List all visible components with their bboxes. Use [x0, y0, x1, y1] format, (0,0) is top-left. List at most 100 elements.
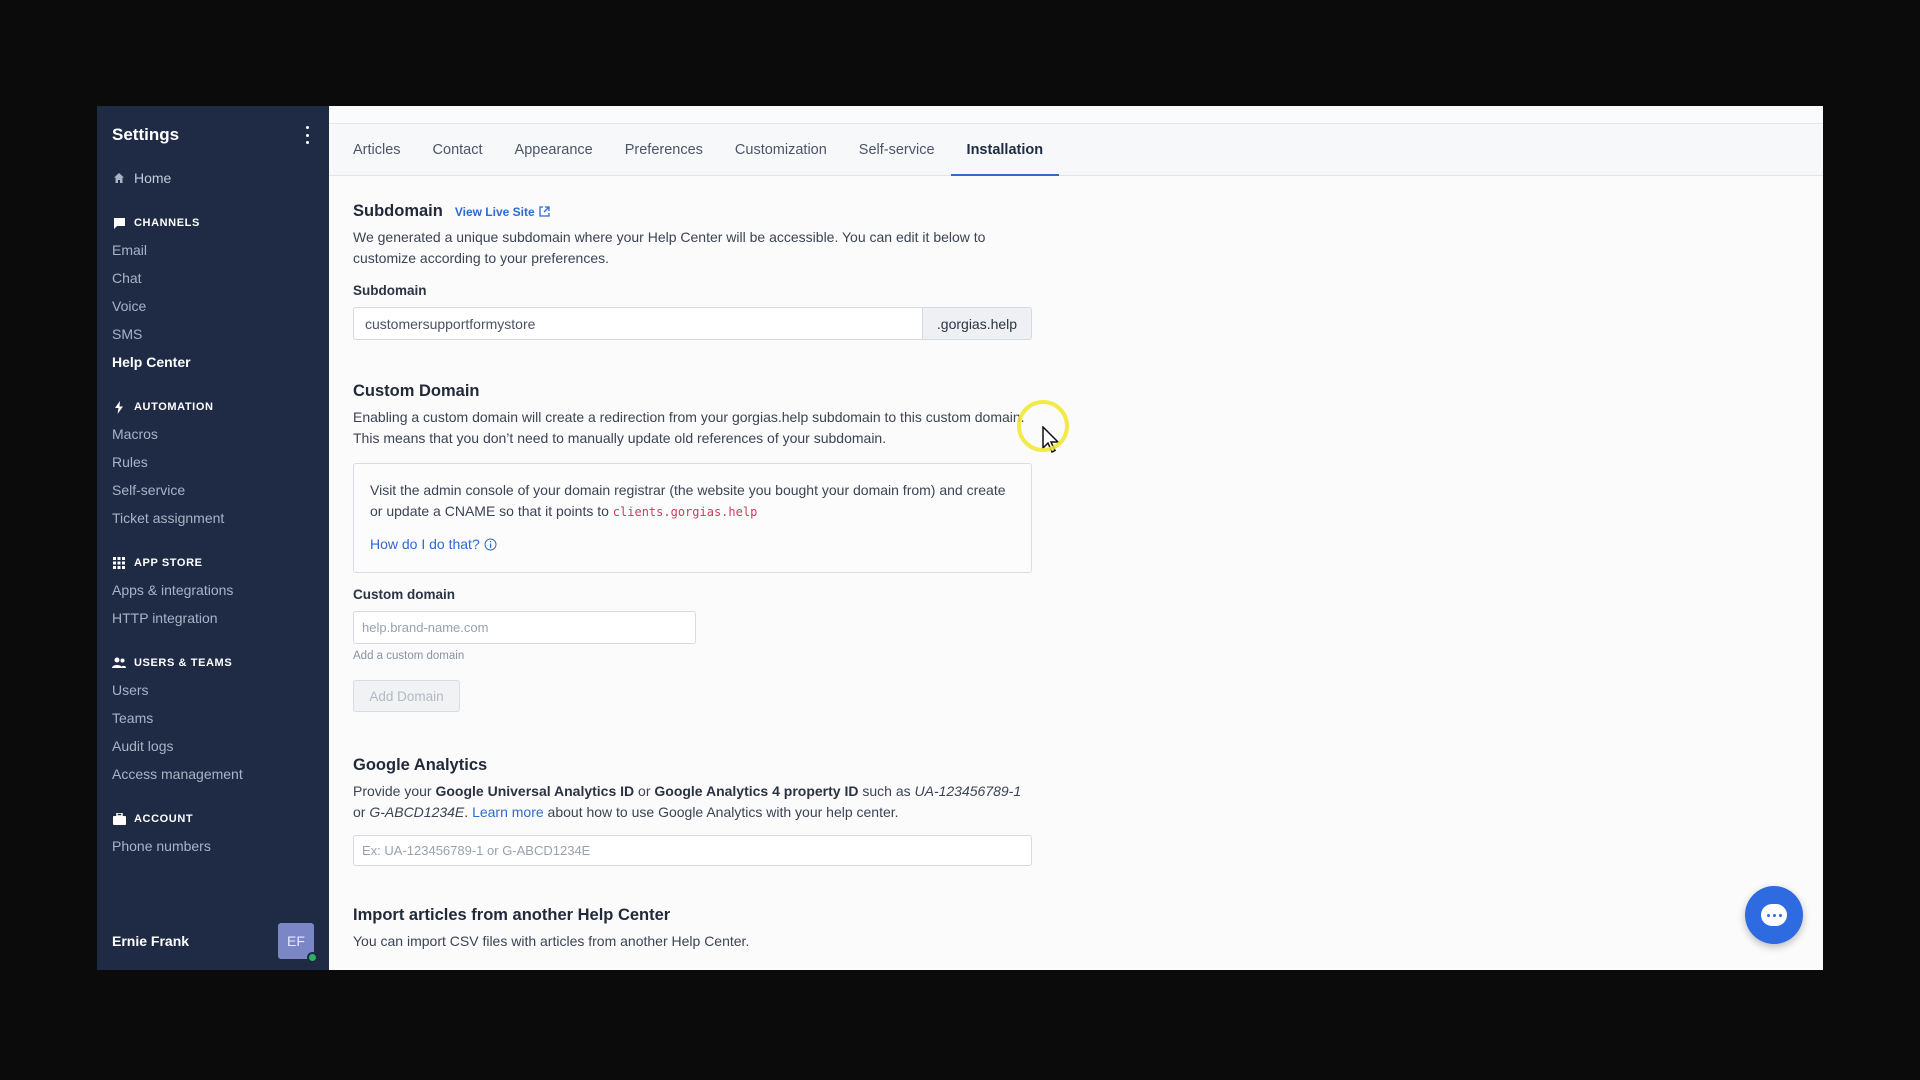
ga-ua-label: Google Universal Analytics ID [435, 783, 635, 799]
tab-preferences[interactable]: Preferences [609, 124, 719, 175]
tab-self-service[interactable]: Self-service [843, 124, 951, 175]
home-icon [112, 171, 126, 185]
sidebar-item-users[interactable]: Users [97, 676, 329, 704]
installation-form: Subdomain View Live Site We generated a … [329, 176, 1049, 952]
sidebar-group-automation: AUTOMATION Macros Rules Self-service Tic… [97, 390, 329, 532]
sidebar-item-rules[interactable]: Rules [97, 448, 329, 476]
import-heading: Import articles from another Help Center [353, 906, 671, 924]
section-title: AUTOMATION [134, 401, 214, 413]
main-content: Articles Contact Appearance Preferences … [329, 106, 1823, 970]
sidebar-item-access-management[interactable]: Access management [97, 760, 329, 788]
online-status-dot [307, 952, 318, 963]
more-options-icon[interactable] [300, 126, 314, 144]
ga-ua-example: UA-123456789-1 [914, 783, 1022, 799]
subdomain-field: customersupportformystore .gorgias.help [353, 307, 1032, 340]
sidebar-section-users-teams: USERS & TEAMS [97, 646, 329, 676]
google-analytics-heading: Google Analytics [353, 756, 488, 774]
sidebar-item-teams[interactable]: Teams [97, 704, 329, 732]
top-strip [329, 106, 1823, 124]
sidebar-group-app-store: APP STORE Apps & integrations HTTP integ… [97, 546, 329, 632]
sidebar: Settings Home CHANNELS Email Chat Voice … [97, 106, 329, 970]
howto-label: How do I do that? [370, 536, 480, 552]
info-icon [484, 538, 497, 550]
custom-domain-hint: Add a custom domain [353, 650, 465, 662]
google-analytics-input[interactable]: Ex: UA-123456789-1 or G-ABCD1234E [353, 835, 1032, 866]
section-title: APP STORE [134, 557, 203, 569]
sidebar-item-email[interactable]: Email [97, 236, 329, 264]
tab-installation[interactable]: Installation [950, 124, 1060, 176]
cname-info-box: Visit the admin console of your domain r… [353, 463, 1032, 573]
view-live-site-label: View Live Site [454, 204, 535, 219]
ga-text: Provide your [353, 783, 436, 799]
ga-text: . [464, 804, 473, 820]
sidebar-item-label: Home [134, 170, 172, 186]
briefcase-icon [112, 812, 126, 826]
grid-icon [112, 556, 126, 570]
subdomain-input[interactable]: customersupportformystore [353, 307, 922, 340]
sidebar-item-phone-numbers[interactable]: Phone numbers [97, 832, 329, 860]
tab-articles[interactable]: Articles [353, 124, 417, 175]
subdomain-label: Subdomain [353, 283, 427, 298]
custom-domain-label: Custom domain [353, 587, 456, 602]
sidebar-section-app-store: APP STORE [97, 546, 329, 576]
custom-domain-heading: Custom Domain [353, 382, 480, 400]
tab-bar: Articles Contact Appearance Preferences … [329, 124, 1823, 176]
subdomain-heading: Subdomain [353, 202, 443, 220]
chat-widget-button[interactable] [1745, 886, 1803, 944]
sidebar-item-apps-integrations[interactable]: Apps & integrations [97, 576, 329, 604]
ga-text: such as [858, 783, 915, 799]
chat-bubble-icon [1761, 904, 1787, 926]
view-live-site-link[interactable]: View Live Site [455, 205, 550, 219]
sidebar-title: Settings [112, 125, 180, 144]
tab-contact[interactable]: Contact [417, 124, 499, 175]
ga-text: about how to use Google Analytics with y… [543, 804, 899, 820]
how-do-i-do-that-link[interactable]: How do I do that? [370, 536, 497, 552]
external-link-icon [539, 206, 550, 217]
cname-instructions: Visit the admin console of your domain r… [370, 480, 1015, 523]
sidebar-item-http-integration[interactable]: HTTP integration [97, 604, 329, 632]
tab-appearance[interactable]: Appearance [499, 124, 609, 175]
sidebar-item-home[interactable]: Home [97, 164, 329, 192]
custom-domain-description: Enabling a custom domain will create a r… [353, 409, 1025, 446]
sidebar-item-voice[interactable]: Voice [97, 292, 329, 320]
ga-ga4-example: G-ABCD1234E [369, 804, 465, 820]
sidebar-item-self-service[interactable]: Self-service [97, 476, 329, 504]
avatar-initials: EF [287, 933, 305, 949]
user-name[interactable]: Ernie Frank [112, 933, 189, 949]
bolt-icon [112, 400, 126, 414]
chat-icon [112, 216, 126, 230]
ga-text: or [634, 783, 655, 799]
sidebar-group-users-teams: USERS & TEAMS Users Teams Audit logs Acc… [97, 646, 329, 788]
sidebar-item-macros[interactable]: Macros [97, 420, 329, 448]
section-title: USERS & TEAMS [134, 657, 233, 669]
section-title: CHANNELS [134, 217, 200, 229]
users-icon [112, 656, 126, 670]
sidebar-item-ticket-assignment[interactable]: Ticket assignment [97, 504, 329, 532]
import-description: You can import CSV files with articles f… [353, 933, 750, 949]
sidebar-footer: Ernie Frank EF [97, 912, 329, 970]
sidebar-section-account: ACCOUNT [97, 802, 329, 832]
google-analytics-description: Provide your Google Universal Analytics … [353, 781, 1025, 823]
learn-more-link[interactable]: Learn more [472, 802, 544, 823]
cname-target: clients.gorgias.help [612, 505, 758, 519]
ga-ga4-label: Google Analytics 4 property ID [654, 783, 859, 799]
sidebar-item-audit-logs[interactable]: Audit logs [97, 732, 329, 760]
sidebar-section-channels: CHANNELS [97, 206, 329, 236]
sidebar-header: Settings [97, 106, 329, 164]
custom-domain-input[interactable]: help.brand-name.com [353, 611, 696, 644]
section-title: ACCOUNT [134, 813, 194, 825]
add-domain-button[interactable]: Add Domain [353, 680, 460, 712]
subdomain-description: We generated a unique subdomain where yo… [353, 229, 986, 266]
sidebar-item-sms[interactable]: SMS [97, 320, 329, 348]
mouse-cursor [1017, 400, 1069, 459]
sidebar-item-help-center[interactable]: Help Center [97, 348, 329, 376]
sidebar-section-automation: AUTOMATION [97, 390, 329, 420]
tab-customization[interactable]: Customization [719, 124, 843, 175]
sidebar-item-chat[interactable]: Chat [97, 264, 329, 292]
sidebar-group-account: ACCOUNT Phone numbers [97, 802, 329, 860]
cursor-highlight-ring [1017, 400, 1069, 452]
app-window: Settings Home CHANNELS Email Chat Voice … [97, 106, 1823, 970]
avatar[interactable]: EF [278, 923, 318, 963]
sidebar-group-channels: CHANNELS Email Chat Voice SMS Help Cente… [97, 206, 329, 376]
subdomain-suffix: .gorgias.help [922, 307, 1032, 340]
